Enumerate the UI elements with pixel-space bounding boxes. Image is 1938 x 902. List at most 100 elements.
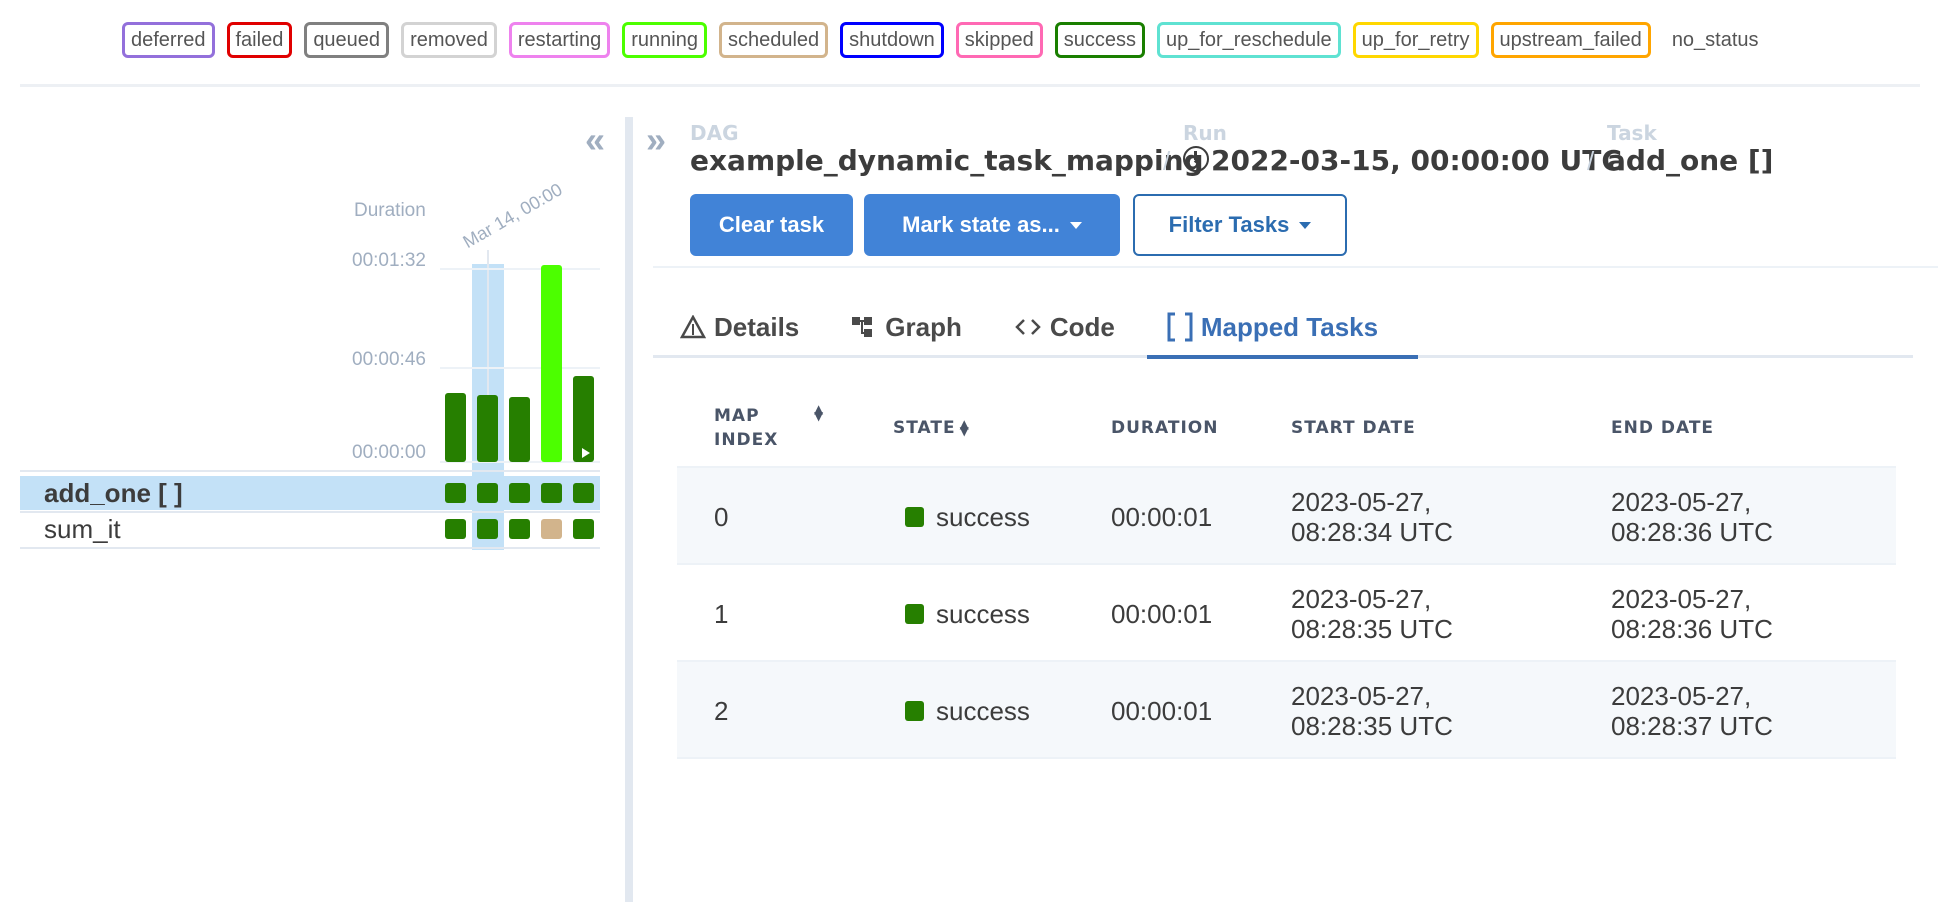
tab-mapped-tasks[interactable]: Mapped Tasks <box>1141 297 1404 357</box>
task-instance-cell[interactable] <box>509 519 530 539</box>
start-date: 2023-05-27, <box>1291 583 1432 614</box>
end-time: 08:28:36 UTC <box>1611 613 1773 644</box>
task-instance-cell[interactable] <box>573 519 594 539</box>
run-duration-bar[interactable] <box>509 397 530 462</box>
task-instance-cell[interactable] <box>477 483 498 503</box>
task-instance-cell[interactable] <box>445 483 466 503</box>
state-cell: success <box>905 468 1030 565</box>
breadcrumb-dag-value[interactable]: example_dynamic_task_mapping <box>690 144 1204 178</box>
chevron-down-icon <box>1069 221 1082 229</box>
task-instance-cell[interactable] <box>477 519 498 539</box>
legend-item-up-for-retry[interactable]: up_for_retry <box>1352 22 1479 58</box>
legend-item-success[interactable]: success <box>1054 22 1145 58</box>
run-duration-bar[interactable] <box>573 376 594 462</box>
run-duration-bar[interactable] <box>477 395 498 462</box>
task-instance-cell[interactable] <box>573 483 594 503</box>
breadcrumb-task-value[interactable]: add_one [] <box>1607 144 1773 178</box>
graph-icon <box>851 315 877 339</box>
run-date-label: Mar 14, 00:00 <box>459 179 566 253</box>
table-row[interactable]: 2 success 00:00:01 2023-05-27, 08:28:35 UTC 2… <box>677 660 1896 757</box>
legend-item-up-for-reschedule[interactable]: up_for_reschedule <box>1156 22 1341 58</box>
clear-task-button[interactable]: Clear task <box>690 194 853 256</box>
task-row[interactable]: add_one [ ] <box>20 476 600 510</box>
tab-code[interactable]: Code <box>988 297 1141 357</box>
legend-item-deferred[interactable]: deferred <box>122 22 215 58</box>
legend-item-restarting[interactable]: restarting <box>508 22 611 58</box>
state-label: success <box>936 501 1030 532</box>
legend-divider <box>20 84 1920 87</box>
brackets-icon <box>1167 312 1193 342</box>
legend-item-failed[interactable]: failed <box>226 22 293 58</box>
legend-item-no-status[interactable]: no_status <box>1662 22 1768 58</box>
start-time: 08:28:35 UTC <box>1291 710 1453 741</box>
column-header-duration[interactable]: DURATION <box>1111 390 1218 466</box>
task-name[interactable]: sum_it <box>44 514 121 545</box>
column-header-start-date[interactable]: START DATE <box>1291 390 1416 466</box>
tab-mapped-tasks-label: Mapped Tasks <box>1200 311 1379 342</box>
end-date-cell: 2023-05-27, 08:28:37 UTC <box>1611 662 1773 759</box>
breadcrumb-separator: / <box>1587 146 1595 176</box>
legend-item-scheduled[interactable]: scheduled <box>718 22 829 58</box>
task-instance-cell[interactable] <box>509 483 530 503</box>
start-date: 2023-05-27, <box>1291 486 1432 517</box>
breadcrumb-dag-label: DAG <box>690 121 739 145</box>
table-body: 0 success 00:00:01 2023-05-27, 08:28:34 UTC 2… <box>677 466 1896 757</box>
breadcrumb-run[interactable]: Run 2022-03-15, 00:00:00 UTC <box>1183 122 1622 178</box>
state-label: success <box>936 695 1030 726</box>
breadcrumb-run-value[interactable]: 2022-03-15, 00:00:00 UTC <box>1211 144 1622 177</box>
grid-header-separator <box>20 470 600 472</box>
end-date: 2023-05-27, <box>1611 680 1752 711</box>
breadcrumb-separator: / <box>1163 146 1171 176</box>
map-index-cell: 0 <box>714 501 729 532</box>
gridline-max <box>440 268 600 270</box>
state-color-icon <box>905 700 924 721</box>
code-icon <box>1014 315 1042 339</box>
run-duration-bar[interactable] <box>445 393 466 462</box>
state-cell: success <box>905 565 1030 662</box>
breadcrumb-dag[interactable]: DAG example_dynamic_task_mapping <box>690 122 1204 178</box>
legend-item-upstream-failed[interactable]: upstream_failed <box>1490 22 1651 58</box>
filter-tasks-button[interactable]: Filter Tasks <box>1133 194 1347 256</box>
breadcrumb-task[interactable]: Task add_one [] <box>1607 122 1773 178</box>
panel-resize-handle[interactable] <box>625 117 633 902</box>
duration-cell: 00:00:01 <box>1111 598 1213 629</box>
end-time: 08:28:37 UTC <box>1611 710 1773 741</box>
start-date-cell: 2023-05-27, 08:28:35 UTC <box>1291 565 1453 662</box>
column-header-label: MAP INDEX <box>714 406 779 450</box>
filter-tasks-label: Filter Tasks <box>1168 212 1290 237</box>
sort-icon[interactable]: ▲ ▼ <box>960 418 970 437</box>
map-index-cell: 2 <box>714 695 729 726</box>
run-duration-bar[interactable] <box>541 265 562 462</box>
table-row[interactable]: 0 success 00:00:01 2023-05-27, 08:28:34 UTC 2… <box>677 466 1896 563</box>
state-legend: deferred failed queued removed restarting run… <box>122 22 1768 58</box>
start-time: 08:28:35 UTC <box>1291 613 1453 644</box>
column-header-map-index[interactable]: MAP INDEX ▲ ▼ <box>714 390 854 466</box>
collapse-details-icon[interactable]: « <box>585 122 605 158</box>
warning-icon <box>680 315 706 339</box>
mark-state-button[interactable]: Mark state as... <box>864 194 1120 256</box>
legend-item-shutdown[interactable]: shutdown <box>840 22 944 58</box>
end-date: 2023-05-27, <box>1611 583 1752 614</box>
gridline-mid <box>440 367 600 369</box>
task-instance-cell[interactable] <box>445 519 466 539</box>
duration-axis-label: Duration <box>354 200 426 221</box>
tab-graph-label: Graph <box>885 311 962 342</box>
task-row[interactable]: sum_it <box>20 512 600 546</box>
legend-item-skipped[interactable]: skipped <box>955 22 1043 58</box>
column-header-state[interactable]: STATE ▲ ▼ <box>893 390 970 466</box>
legend-item-removed[interactable]: removed <box>401 22 497 58</box>
task-name[interactable]: add_one [ ] <box>44 478 183 509</box>
state-color-icon <box>905 603 924 624</box>
legend-item-queued[interactable]: queued <box>304 22 390 58</box>
tab-details[interactable]: Details <box>680 297 825 357</box>
map-index-cell: 1 <box>714 598 729 629</box>
y-tick-mid: 00:00:46 <box>352 349 426 370</box>
sort-icon[interactable]: ▲ ▼ <box>814 403 824 422</box>
expand-details-icon[interactable]: » <box>646 122 666 158</box>
tab-graph[interactable]: Graph <box>825 297 988 357</box>
task-instance-cell[interactable] <box>541 519 562 539</box>
table-row[interactable]: 1 success 00:00:01 2023-05-27, 08:28:35 UTC 2… <box>677 563 1896 660</box>
column-header-end-date[interactable]: END DATE <box>1611 390 1714 466</box>
legend-item-running[interactable]: running <box>622 22 707 58</box>
task-instance-cell[interactable] <box>541 483 562 503</box>
